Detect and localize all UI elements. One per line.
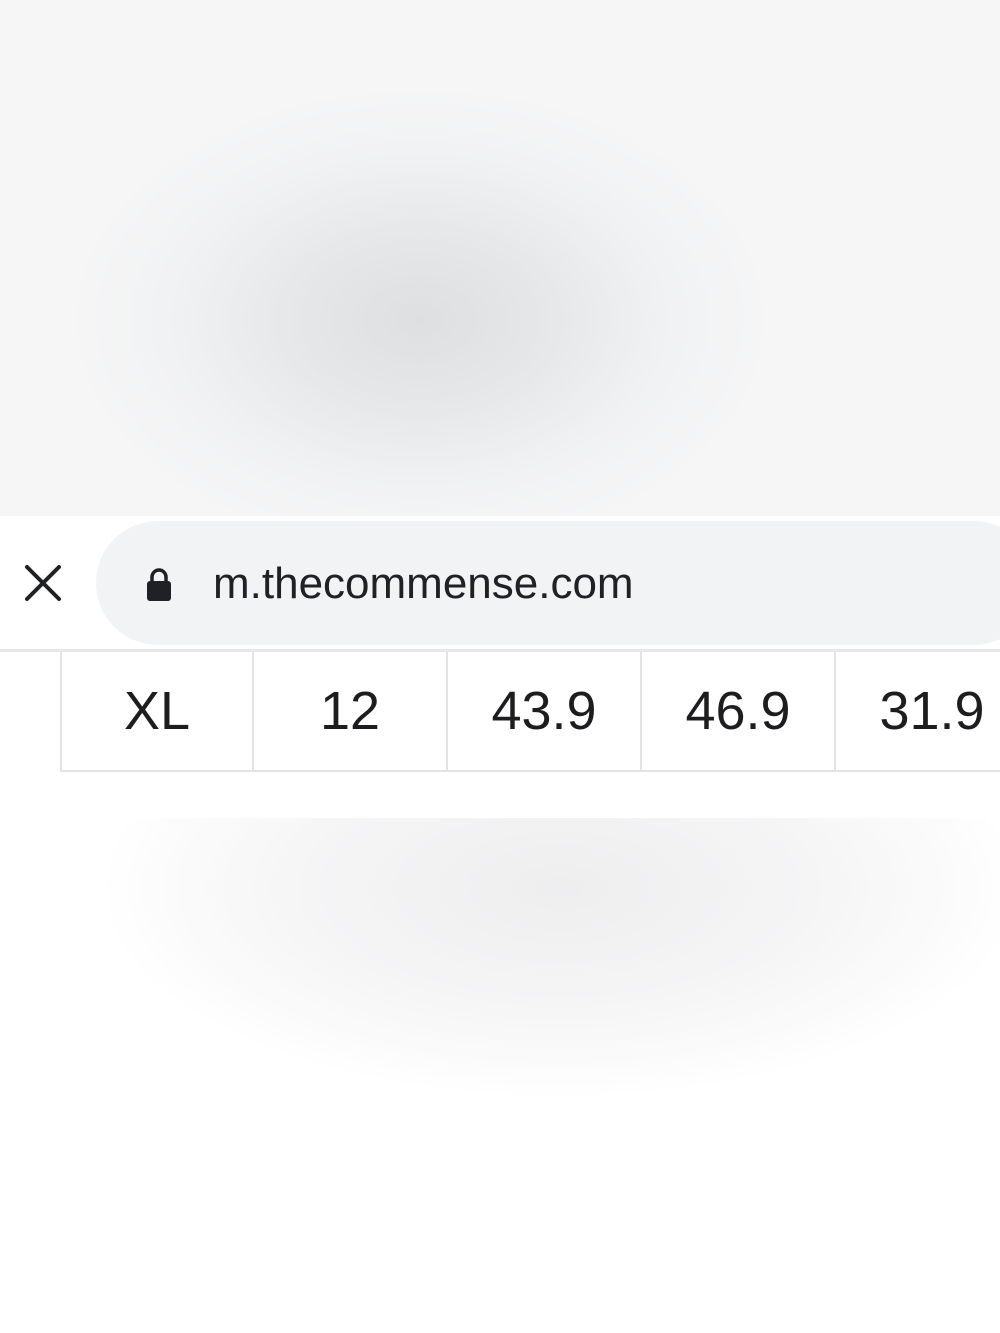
lock-icon xyxy=(147,568,171,601)
blurred-page-content-top xyxy=(0,0,1000,516)
table-cell: 12 xyxy=(254,652,448,770)
table-cell: 46.9 xyxy=(642,652,836,770)
close-button[interactable] xyxy=(18,558,68,608)
table-cell-size: XL xyxy=(62,652,254,770)
url-text: m.thecommense.com xyxy=(213,559,634,608)
close-icon xyxy=(25,565,61,601)
size-table-row: XL 12 43.9 46.9 31.9 xyxy=(60,652,1000,772)
table-cell: 43.9 xyxy=(448,652,642,770)
address-field[interactable]: m.thecommense.com xyxy=(96,521,1000,645)
table-cell: 31.9 xyxy=(836,652,1000,770)
size-chart-section: XL 12 43.9 46.9 31.9 xyxy=(0,652,1000,818)
blurred-page-content-bottom xyxy=(0,818,1000,1333)
browser-url-bar: m.thecommense.com xyxy=(0,516,1000,652)
